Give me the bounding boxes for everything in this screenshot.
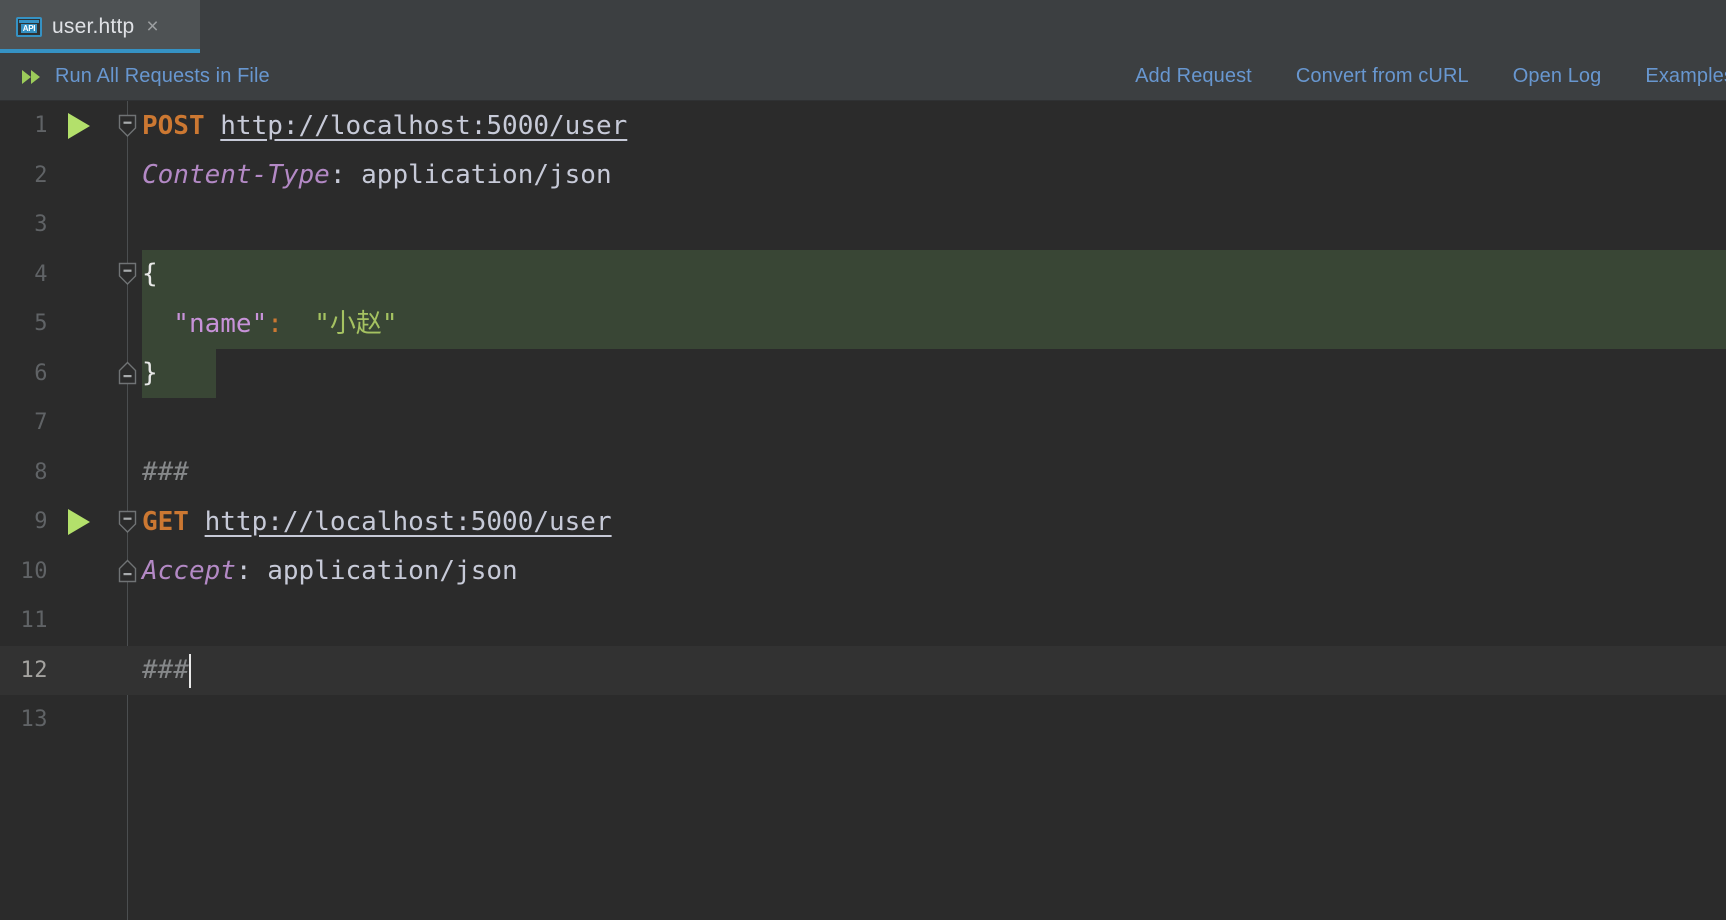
editor-line-8[interactable]: 8 ### — [0, 448, 1726, 498]
editor-gutter[interactable]: 13 — [0, 695, 128, 745]
line-content[interactable]: Accept: application/json — [128, 547, 1726, 597]
code-token: ### — [142, 459, 189, 485]
code-token: : — [267, 311, 283, 337]
code-token — [205, 113, 221, 139]
editor-line-7[interactable]: 7 — [0, 398, 1726, 448]
line-number: 12 — [0, 658, 48, 683]
code-token: GET — [142, 509, 189, 535]
open-log-link[interactable]: Open Log — [1513, 65, 1602, 88]
convert-from-curl-link[interactable]: Convert from cURL — [1296, 65, 1469, 88]
editor-tab-label: user.http — [52, 15, 134, 39]
line-content[interactable] — [128, 596, 1726, 646]
code-token: application/json — [361, 162, 611, 188]
editor-line-12[interactable]: 12 ### — [0, 646, 1726, 696]
run-request-icon[interactable] — [68, 113, 90, 139]
editor-line-10[interactable]: 10 Accept: application/json — [0, 547, 1726, 597]
line-content[interactable] — [128, 695, 1726, 745]
run-request-icon[interactable] — [68, 509, 90, 535]
editor-gutter[interactable]: 5 — [0, 299, 128, 349]
run-all-requests-button[interactable]: Run All Requests in File — [22, 65, 270, 88]
code-token: { — [142, 261, 158, 287]
editor-tab-user-http[interactable]: API user.http × — [0, 0, 200, 53]
code-token: Content-Type — [142, 162, 330, 188]
editor-line-2[interactable]: 2 Content-Type: application/json — [0, 151, 1726, 201]
http-toolbar-actions: Add Request Convert from cURL Open Log E… — [1135, 65, 1726, 88]
line-number: 13 — [0, 707, 48, 732]
code-token: : — [330, 162, 361, 188]
examples-link[interactable]: Examples — [1645, 65, 1726, 88]
editor-tab-bar: API user.http × — [0, 0, 1726, 53]
code-token: application/json — [267, 558, 517, 584]
line-content[interactable] — [128, 398, 1726, 448]
code-token: : — [236, 558, 267, 584]
line-number: 10 — [0, 559, 48, 584]
editor-line-11[interactable]: 11 — [0, 596, 1726, 646]
code-editor[interactable]: 1 POST http://localhost:5000/user 2 Content… — [0, 101, 1726, 920]
editor-line-5[interactable]: 5 "name": "小赵" — [0, 299, 1726, 349]
api-file-icon-label: API — [21, 24, 37, 33]
editor-gutter[interactable]: 6 — [0, 349, 128, 399]
editor-rows: 1 POST http://localhost:5000/user 2 Content… — [0, 101, 1726, 920]
code-token: "小赵" — [283, 311, 398, 337]
editor-line-1[interactable]: 1 POST http://localhost:5000/user — [0, 101, 1726, 151]
editor-line-3[interactable]: 3 — [0, 200, 1726, 250]
editor-gutter[interactable]: 4 — [0, 250, 128, 300]
editor-gutter[interactable]: 12 — [0, 646, 128, 696]
editor-gutter[interactable]: 1 — [0, 101, 128, 151]
code-token: Accept — [142, 558, 236, 584]
editor-line-13[interactable]: 13 — [0, 695, 1726, 745]
line-number: 2 — [0, 163, 48, 188]
line-number: 1 — [0, 113, 48, 138]
editor-gutter[interactable]: 7 — [0, 398, 128, 448]
code-token: http://localhost:5000/user — [220, 113, 627, 139]
tab-bar-empty-area — [200, 0, 1726, 53]
line-number: 3 — [0, 212, 48, 237]
api-file-icon: API — [16, 17, 42, 37]
code-token: "name" — [142, 311, 267, 337]
double-play-icon — [22, 69, 44, 85]
line-number: 6 — [0, 361, 48, 386]
close-icon[interactable]: × — [144, 16, 160, 37]
line-content[interactable]: ### — [128, 448, 1726, 498]
line-number: 8 — [0, 460, 48, 485]
editor-gutter[interactable]: 3 — [0, 200, 128, 250]
line-number: 4 — [0, 262, 48, 287]
add-request-link[interactable]: Add Request — [1135, 65, 1252, 88]
editor-line-6[interactable]: 6} — [0, 349, 1726, 399]
ide-window: API user.http × Run All Requests in File… — [0, 0, 1726, 920]
line-content[interactable]: GET http://localhost:5000/user — [128, 497, 1726, 547]
line-content[interactable]: } — [128, 349, 1726, 399]
editor-gutter[interactable]: 8 — [0, 448, 128, 498]
editor-gutter[interactable]: 11 — [0, 596, 128, 646]
editor-line-4[interactable]: 4{ — [0, 250, 1726, 300]
text-caret — [189, 654, 191, 688]
editor-line-9[interactable]: 9 GET http://localhost:5000/user — [0, 497, 1726, 547]
line-content[interactable]: "name": "小赵" — [128, 299, 1726, 349]
line-content[interactable]: Content-Type: application/json — [128, 151, 1726, 201]
code-token — [189, 509, 205, 535]
editor-gutter[interactable]: 10 — [0, 547, 128, 597]
line-number: 9 — [0, 509, 48, 534]
http-client-toolbar: Run All Requests in File Add Request Con… — [0, 53, 1726, 101]
line-number: 11 — [0, 608, 48, 633]
run-all-requests-label: Run All Requests in File — [55, 65, 270, 88]
code-token: POST — [142, 113, 205, 139]
line-content[interactable]: { — [128, 250, 1726, 300]
line-content[interactable]: POST http://localhost:5000/user — [128, 101, 1726, 151]
code-token: ### — [142, 657, 189, 683]
line-content[interactable] — [128, 200, 1726, 250]
line-number: 5 — [0, 311, 48, 336]
line-number: 7 — [0, 410, 48, 435]
editor-gutter[interactable]: 2 — [0, 151, 128, 201]
editor-gutter[interactable]: 9 — [0, 497, 128, 547]
code-token: http://localhost:5000/user — [205, 509, 612, 535]
code-token: } — [142, 360, 158, 386]
line-content[interactable]: ### — [128, 646, 1726, 696]
